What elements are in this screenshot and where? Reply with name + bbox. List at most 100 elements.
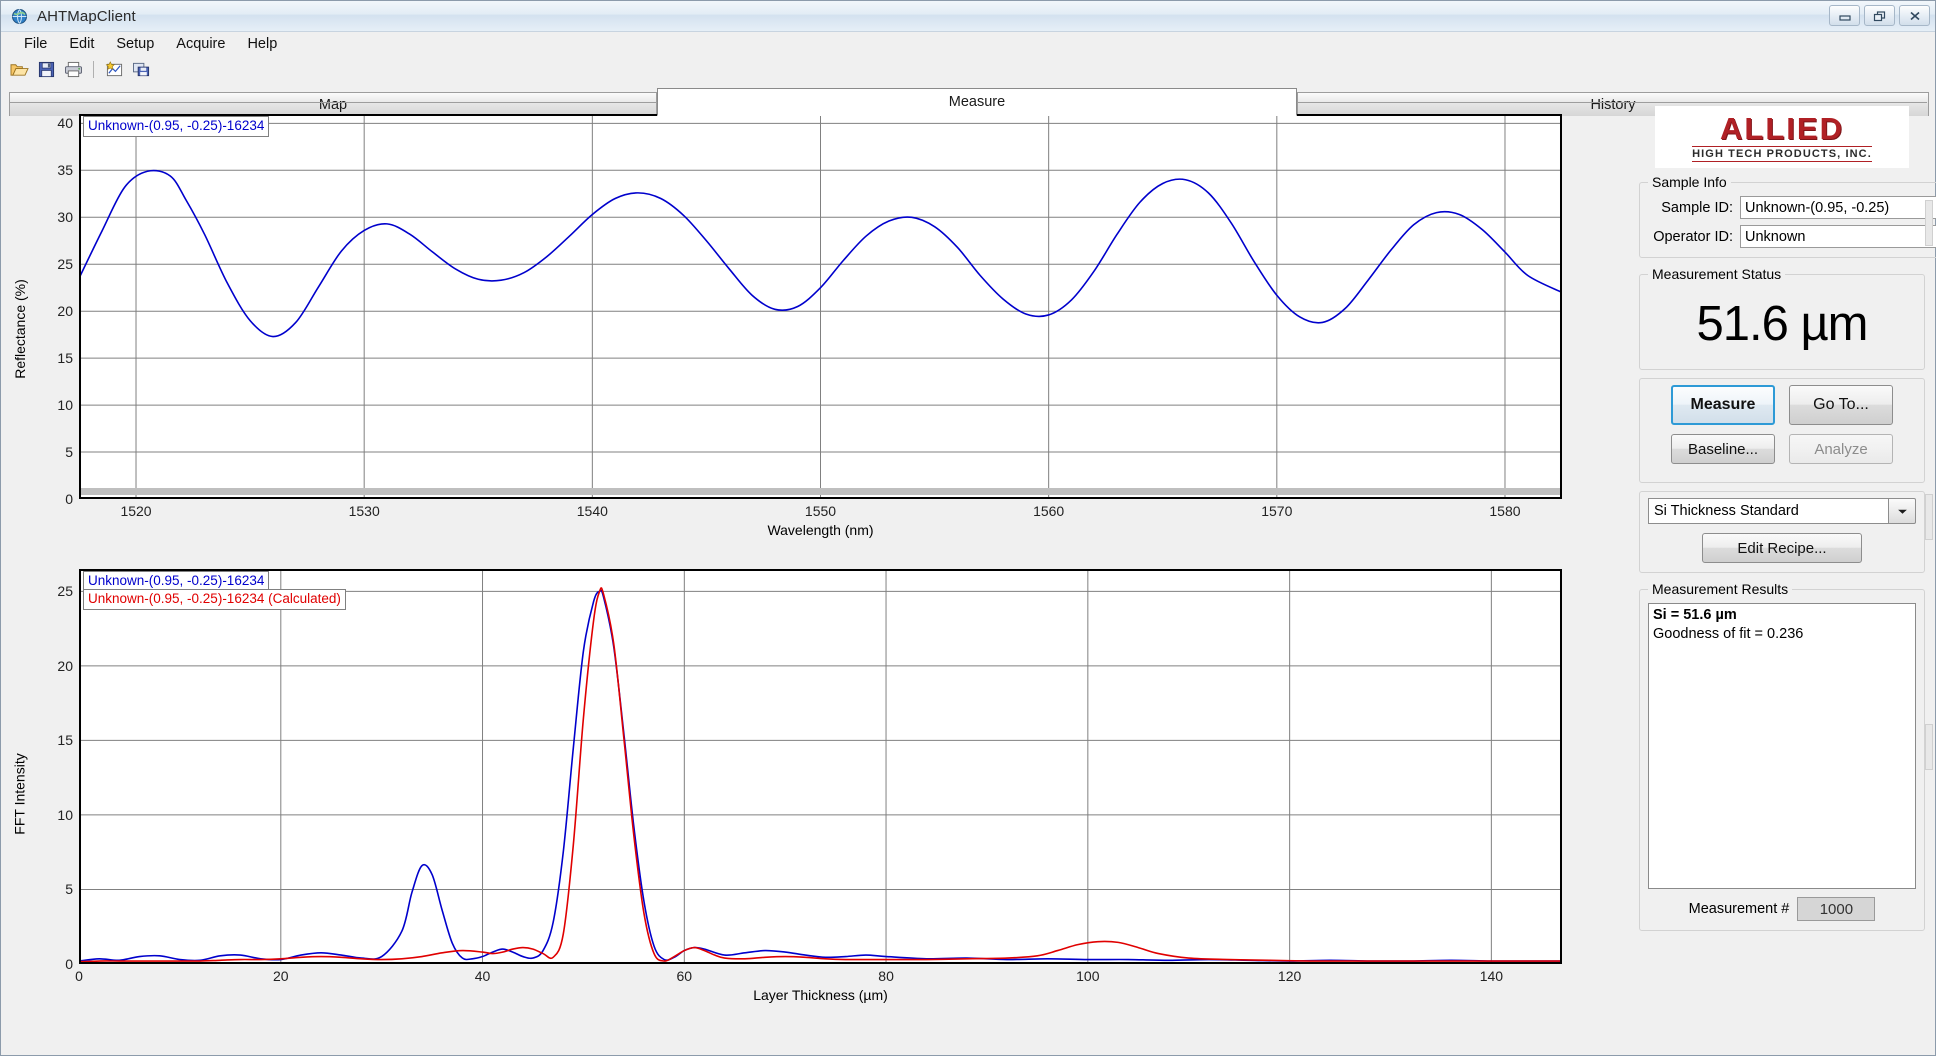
y-tick-label: 0: [65, 491, 73, 507]
result-line-0: Si = 51.6 µm: [1653, 606, 1911, 625]
menu-item-acquire[interactable]: Acquire: [165, 33, 236, 55]
y-tick-label: 10: [57, 397, 73, 413]
analyze-button: Analyze: [1789, 434, 1893, 464]
x-tick-label: 1570: [1261, 503, 1292, 519]
scroll-nub-middle[interactable]: [1925, 494, 1933, 540]
measurement-status-value: 51.6 µm: [1640, 300, 1924, 349]
open-icon[interactable]: [7, 58, 31, 80]
logo-primary-text: ALLIED: [1720, 113, 1844, 144]
x-tick-label: 120: [1278, 968, 1301, 984]
fft-plot[interactable]: Unknown-(0.95, -0.25)-16234 Unknown-(0.9…: [79, 569, 1562, 964]
menu-bar: File Edit Setup Acquire Help: [1, 32, 1935, 56]
menu-item-setup[interactable]: Setup: [105, 33, 165, 55]
sample-id-row: Sample ID:: [1648, 196, 1936, 219]
save-icon[interactable]: [34, 58, 58, 80]
actions-group: Measure Go To... Baseline... Analyze: [1639, 378, 1925, 483]
reflectance-x-ticks: 1520 1530 1540 1550 1560 1570 1580: [79, 503, 1562, 519]
x-tick-label: 1550: [805, 503, 836, 519]
measure-button[interactable]: Measure: [1671, 385, 1775, 425]
x-tick-label: 20: [273, 968, 289, 984]
sample-info-group: Sample Info Sample ID: Operator ID:: [1639, 174, 1936, 258]
title-bar: AHTMapClient: [1, 1, 1935, 32]
scroll-nub-bottom[interactable]: [1925, 724, 1933, 770]
recipe-select[interactable]: Si Thickness Standard: [1648, 498, 1916, 524]
toolbar: [1, 56, 1935, 82]
reflectance-legend: Unknown-(0.95, -0.25)-16234: [83, 116, 269, 137]
sample-info-title: Sample Info: [1648, 174, 1731, 190]
measure-panel: Reflectance (%) 0510152025303540 Unknown…: [1, 104, 1935, 1055]
reflectance-plot[interactable]: Unknown-(0.95, -0.25)-16234: [79, 114, 1562, 499]
baseline-button[interactable]: Baseline...: [1671, 434, 1775, 464]
menu-item-help[interactable]: Help: [236, 33, 288, 55]
y-tick-label: 20: [57, 303, 73, 319]
chevron-down-icon[interactable]: [1888, 498, 1916, 524]
print-icon[interactable]: [61, 58, 85, 80]
x-tick-label: 1540: [577, 503, 608, 519]
goto-button[interactable]: Go To...: [1789, 385, 1893, 425]
minimize-button[interactable]: [1829, 5, 1860, 26]
sample-id-label: Sample ID:: [1648, 200, 1740, 216]
sample-id-input[interactable]: [1740, 196, 1936, 219]
logo-secondary-text: HIGH TECH PRODUCTS, INC.: [1692, 146, 1872, 162]
x-tick-label: 1560: [1033, 503, 1064, 519]
measurement-status-title: Measurement Status: [1648, 266, 1785, 282]
measurement-results-title: Measurement Results: [1648, 581, 1792, 597]
fft-plot-svg: [79, 569, 1562, 964]
y-tick-label: 25: [57, 256, 73, 272]
fft-legend-item-0: Unknown-(0.95, -0.25)-16234: [88, 573, 264, 588]
x-tick-label: 1530: [349, 503, 380, 519]
x-tick-label: 40: [475, 968, 491, 984]
x-tick-label: 0: [75, 968, 83, 984]
scroll-nub-top[interactable]: [1925, 200, 1933, 246]
x-tick-label: 100: [1076, 968, 1099, 984]
y-tick-label: 25: [57, 583, 73, 599]
x-tick-label: 1520: [120, 503, 151, 519]
x-tick-label: 1580: [1489, 503, 1520, 519]
measurement-results-group: Measurement Results Si = 51.6 µm Goodnes…: [1639, 581, 1925, 931]
recipe-group: Si Thickness Standard Edit Recipe...: [1639, 491, 1925, 573]
reflectance-plot-svg: [79, 114, 1562, 499]
y-tick-label: 30: [57, 209, 73, 225]
y-tick-label: 5: [65, 444, 73, 460]
fft-y-ticks: 0510152025: [29, 569, 73, 964]
fft-legend-item-1: Unknown-(0.95, -0.25)-16234 (Calculated): [88, 591, 341, 606]
restore-button[interactable]: [1864, 5, 1895, 26]
y-tick-label: 15: [57, 732, 73, 748]
operator-id-row: Operator ID:: [1648, 225, 1936, 248]
measurement-status-group: Measurement Status 51.6 µm: [1639, 266, 1925, 370]
measurement-number-row: Measurement # 1000: [1648, 897, 1916, 921]
x-tick-label: 80: [878, 968, 894, 984]
reflectance-legend-item-0: Unknown-(0.95, -0.25)-16234: [88, 118, 264, 133]
actions-row-primary: Measure Go To...: [1648, 385, 1916, 425]
menu-item-edit[interactable]: Edit: [58, 33, 105, 55]
operator-id-label: Operator ID:: [1648, 229, 1740, 245]
fft-y-axis-label: FFT Intensity: [9, 559, 31, 1029]
reflectance-y-ticks: 0510152025303540: [29, 114, 73, 499]
fft-chart[interactable]: FFT Intensity 0 5 10 15 20 25 Unknown-(0.95, …: [9, 559, 1597, 1029]
recipe-actions: Edit Recipe...: [1648, 533, 1916, 563]
y-tick-label: 15: [57, 350, 73, 366]
save-data-icon[interactable]: [129, 58, 153, 80]
application-window: AHTMapClient File Edit Setup: [0, 0, 1936, 1056]
tab-measure[interactable]: Measure: [657, 88, 1297, 116]
fft-x-axis-label: Layer Thickness (µm): [79, 987, 1562, 1003]
y-tick-label: 20: [57, 658, 73, 674]
close-button[interactable]: [1899, 5, 1930, 26]
y-tick-label: 10: [57, 807, 73, 823]
reflectance-x-axis-label: Wavelength (nm): [79, 522, 1562, 538]
window-title: AHTMapClient: [37, 8, 136, 25]
recipe-selected-value: Si Thickness Standard: [1648, 498, 1888, 524]
reflectance-chart[interactable]: Reflectance (%) 0510152025303540 Unknown…: [9, 104, 1597, 554]
y-tick-label: 5: [65, 881, 73, 897]
operator-id-input[interactable]: [1740, 225, 1936, 248]
toolbar-separator: [93, 61, 94, 78]
menu-item-file[interactable]: File: [13, 33, 58, 55]
measurement-number-label: Measurement #: [1689, 901, 1790, 917]
sidebar: ALLIED HIGH TECH PRODUCTS, INC. Sample I…: [1637, 104, 1927, 1053]
y-tick-label: 35: [57, 162, 73, 178]
result-line-1: Goodness of fit = 0.236: [1653, 625, 1911, 644]
measurement-results-list[interactable]: Si = 51.6 µm Goodness of fit = 0.236: [1648, 603, 1916, 889]
allied-logo: ALLIED HIGH TECH PRODUCTS, INC.: [1655, 106, 1909, 168]
edit-recipe-button[interactable]: Edit Recipe...: [1702, 533, 1862, 563]
new-measurement-icon[interactable]: [102, 58, 126, 80]
